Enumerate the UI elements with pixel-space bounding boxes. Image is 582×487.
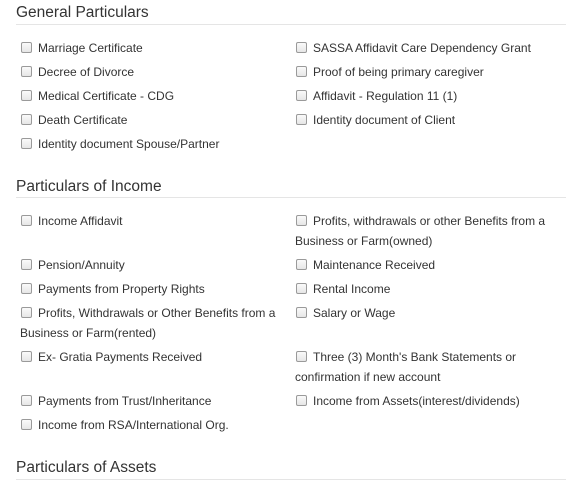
checkbox-icon[interactable]	[21, 138, 32, 149]
checkbox-label-continued: Business or Farm(owned)	[295, 234, 433, 248]
checkbox-icon[interactable]	[21, 66, 32, 77]
checkbox-item-affidavit-regulation[interactable]: Affidavit - Regulation 11 (1)	[296, 86, 566, 106]
checkbox-item-pension-annuity[interactable]: Pension/Annuity	[21, 255, 281, 275]
checkbox-item-sassa-affidavit[interactable]: SASSA Affidavit Care Dependency Grant	[296, 38, 566, 58]
checkbox-label: Payments from Trust/Inheritance	[38, 394, 212, 408]
checkbox-icon[interactable]	[296, 351, 307, 362]
checkbox-icon[interactable]	[296, 90, 307, 101]
checkbox-label-continued: Business or Farm(rented)	[20, 326, 157, 340]
checkbox-item-identity-document-spouse[interactable]: Identity document Spouse/Partner	[21, 134, 281, 154]
checkbox-label: SASSA Affidavit Care Dependency Grant	[313, 41, 531, 55]
checkbox-item-maintenance-received[interactable]: Maintenance Received	[296, 255, 566, 275]
checkbox-label: Maintenance Received	[313, 258, 436, 272]
checkbox-item-rental-income[interactable]: Rental Income	[296, 279, 566, 299]
section-divider	[16, 24, 566, 25]
checkbox-label: Ex- Gratia Payments Received	[38, 350, 203, 364]
checkbox-icon[interactable]	[296, 307, 307, 318]
checkbox-item-proof-primary-caregiver[interactable]: Proof of being primary caregiver	[296, 62, 566, 82]
checkbox-label: Affidavit - Regulation 11 (1)	[313, 89, 458, 103]
checkbox-label: Income from RSA/International Org.	[38, 418, 229, 432]
checkbox-label: Death Certificate	[38, 113, 128, 127]
checkbox-label: Income from Assets(interest/dividends)	[313, 394, 520, 408]
checkbox-label: Decree of Divorce	[38, 65, 135, 79]
checkbox-item-death-certificate[interactable]: Death Certificate	[21, 110, 281, 130]
checkbox-label: Three (3) Month's Bank Statements or	[313, 350, 517, 364]
checkbox-icon[interactable]	[296, 42, 307, 53]
checkbox-item-payments-trust-inheritance[interactable]: Payments from Trust/Inheritance	[21, 391, 281, 411]
section-title-general-particulars: General Particulars	[16, 4, 149, 21]
checkbox-label: Pension/Annuity	[38, 258, 125, 272]
checkbox-label: Payments from Property Rights	[38, 282, 205, 296]
checkbox-label: Identity document Spouse/Partner	[38, 137, 220, 151]
checkbox-item-payments-property-rights[interactable]: Payments from Property Rights	[21, 279, 281, 299]
checkbox-label: Profits, Withdrawals or Other Benefits f…	[38, 306, 276, 320]
checkbox-icon[interactable]	[21, 215, 32, 226]
checkbox-icon[interactable]	[21, 351, 32, 362]
checkbox-item-profits-business-owned[interactable]: Profits, withdrawals or other Benefits f…	[295, 211, 566, 251]
checkbox-icon[interactable]	[21, 42, 32, 53]
checkbox-item-bank-statements[interactable]: Three (3) Month's Bank Statements or con…	[295, 347, 566, 387]
checkbox-icon[interactable]	[21, 419, 32, 430]
checkbox-icon[interactable]	[296, 114, 307, 125]
section-title-particulars-of-assets: Particulars of Assets	[16, 459, 157, 476]
checkbox-item-medical-certificate[interactable]: Medical Certificate - CDG	[21, 86, 281, 106]
checkbox-item-income-from-assets[interactable]: Income from Assets(interest/dividends)	[296, 391, 566, 411]
checkbox-icon[interactable]	[296, 283, 307, 294]
checkbox-icon[interactable]	[21, 395, 32, 406]
checkbox-label: Medical Certificate - CDG	[38, 89, 175, 103]
checkbox-label-continued: confirmation if new account	[295, 370, 441, 384]
checkbox-icon[interactable]	[296, 395, 307, 406]
checkbox-label: Income Affidavit	[38, 214, 123, 228]
section-title-particulars-of-income: Particulars of Income	[16, 178, 162, 195]
checkbox-item-ex-gratia-payments[interactable]: Ex- Gratia Payments Received	[21, 347, 281, 367]
checkbox-item-salary-or-wage[interactable]: Salary or Wage	[296, 303, 566, 323]
checkbox-item-decree-of-divorce[interactable]: Decree of Divorce	[21, 62, 281, 82]
checkbox-item-profits-business-rented[interactable]: Profits, Withdrawals or Other Benefits f…	[20, 303, 281, 343]
checkbox-item-income-rsa-international[interactable]: Income from RSA/International Org.	[21, 415, 281, 435]
checkbox-label: Proof of being primary caregiver	[313, 65, 484, 79]
checkbox-label: Marriage Certificate	[38, 41, 143, 55]
checkbox-label: Salary or Wage	[313, 306, 396, 320]
checkbox-item-marriage-certificate[interactable]: Marriage Certificate	[21, 38, 281, 58]
checkbox-icon[interactable]	[296, 215, 307, 226]
checkbox-label: Rental Income	[313, 282, 391, 296]
checkbox-icon[interactable]	[296, 66, 307, 77]
section-divider	[16, 479, 566, 480]
checkbox-icon[interactable]	[21, 259, 32, 270]
checkbox-icon[interactable]	[21, 283, 32, 294]
checkbox-icon[interactable]	[21, 114, 32, 125]
checkbox-item-identity-document-client[interactable]: Identity document of Client	[296, 110, 566, 130]
checkbox-icon[interactable]	[21, 307, 32, 318]
checkbox-item-income-affidavit[interactable]: Income Affidavit	[21, 211, 281, 231]
checkbox-icon[interactable]	[296, 259, 307, 270]
checkbox-label: Identity document of Client	[313, 113, 456, 127]
checkbox-icon[interactable]	[21, 90, 32, 101]
section-divider	[16, 197, 566, 198]
checkbox-label: Profits, withdrawals or other Benefits f…	[313, 214, 546, 228]
